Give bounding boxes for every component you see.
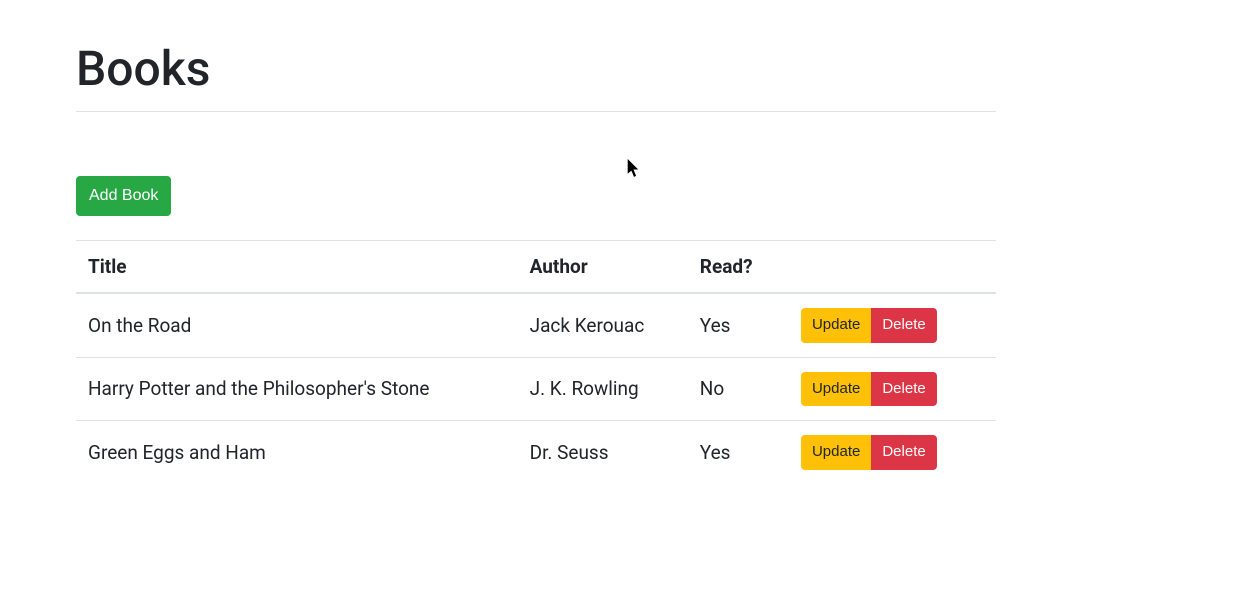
column-header-read: Read? <box>688 241 789 293</box>
cell-title: Harry Potter and the Philosopher's Stone <box>76 357 518 421</box>
cell-actions: Update Delete <box>789 293 996 357</box>
table-row: On the Road Jack Kerouac Yes Update Dele… <box>76 293 996 357</box>
title-divider <box>76 111 996 112</box>
cell-read: Yes <box>688 421 789 484</box>
delete-button[interactable]: Delete <box>871 308 936 343</box>
add-book-button[interactable]: Add Book <box>76 176 171 216</box>
delete-button[interactable]: Delete <box>871 372 936 407</box>
column-header-title: Title <box>76 241 518 293</box>
update-button[interactable]: Update <box>801 435 871 470</box>
cell-actions: Update Delete <box>789 357 996 421</box>
cell-title: On the Road <box>76 293 518 357</box>
books-table: Title Author Read? On the Road Jack Kero… <box>76 241 996 484</box>
row-actions: Update Delete <box>801 372 937 407</box>
update-button[interactable]: Update <box>801 308 871 343</box>
table-row: Harry Potter and the Philosopher's Stone… <box>76 357 996 421</box>
update-button[interactable]: Update <box>801 372 871 407</box>
row-actions: Update Delete <box>801 308 937 343</box>
cell-actions: Update Delete <box>789 421 996 484</box>
cell-read: No <box>688 357 789 421</box>
cell-title: Green Eggs and Ham <box>76 421 518 484</box>
table-row: Green Eggs and Ham Dr. Seuss Yes Update … <box>76 421 996 484</box>
cell-author: Dr. Seuss <box>518 421 688 484</box>
row-actions: Update Delete <box>801 435 937 470</box>
column-header-actions <box>789 241 996 293</box>
cell-author: J. K. Rowling <box>518 357 688 421</box>
page-title: Books <box>76 0 996 111</box>
cell-author: Jack Kerouac <box>518 293 688 357</box>
add-book-section: Add Book <box>76 176 996 240</box>
page-container: Books Add Book Title Author Read? On the… <box>76 0 996 484</box>
column-header-author: Author <box>518 241 688 293</box>
table-header-row: Title Author Read? <box>76 241 996 293</box>
delete-button[interactable]: Delete <box>871 435 936 470</box>
cell-read: Yes <box>688 293 789 357</box>
